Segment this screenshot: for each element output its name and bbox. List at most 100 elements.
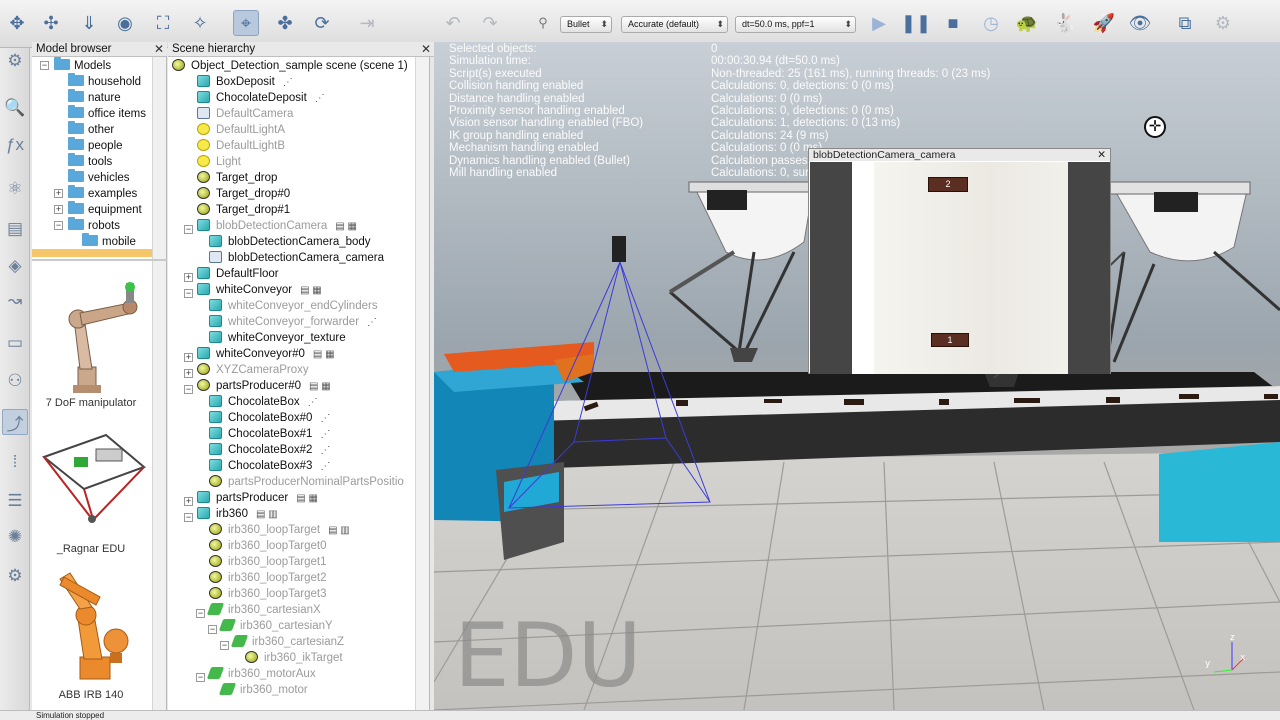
scene-object[interactable]: − irb360_cartesianZ xyxy=(220,634,344,650)
scene-object[interactable]: − blobDetectionCamera ▤ ▦ xyxy=(184,218,357,234)
thumbnail-scrollbar[interactable] xyxy=(152,261,166,710)
expand-icon[interactable]: + xyxy=(54,189,63,198)
object-properties-icon[interactable]: ▤ ▥ xyxy=(256,509,278,520)
collapse-icon[interactable]: − xyxy=(196,609,205,618)
scene-object[interactable]: Light xyxy=(184,154,241,170)
eye-icon[interactable]: 👁 xyxy=(1127,10,1153,36)
select-icon[interactable]: ⌖ xyxy=(233,10,259,36)
vision-sensor-window[interactable]: blobDetectionCamera_camera ✕ 2 1 xyxy=(808,148,1111,374)
scene-object[interactable]: Target_drop#0 xyxy=(184,186,290,202)
scene-config-icon[interactable]: ⚙ xyxy=(2,48,28,74)
vision-sensor-titlebar[interactable]: blobDetectionCamera_camera ✕ xyxy=(809,149,1110,161)
scene-object[interactable]: Object_Detection_sample scene (scene 1) xyxy=(172,58,408,74)
object-properties-icon[interactable]: ⋰ xyxy=(315,93,325,104)
object-properties-icon[interactable]: ⋰ xyxy=(320,429,330,440)
translate-icon[interactable]: ✥ xyxy=(4,10,30,36)
scene-object[interactable]: BoxDeposit ⋰ xyxy=(184,74,293,90)
object-properties-icon[interactable]: ⋰ xyxy=(308,397,318,408)
rotate-icon[interactable]: ⟳ xyxy=(309,10,335,36)
pages-icon[interactable]: ⧉ xyxy=(1172,10,1198,36)
scene-object[interactable]: DefaultLightB xyxy=(184,138,285,154)
model-folder[interactable]: mobile xyxy=(82,233,136,250)
scene-object[interactable]: DefaultLightA xyxy=(184,122,285,138)
joint-icon[interactable]: ✧ xyxy=(187,10,213,36)
close-icon[interactable]: ✕ xyxy=(154,42,164,56)
object-properties-icon[interactable]: ⋰ xyxy=(320,413,330,424)
scene-object[interactable]: blobDetectionCamera_camera xyxy=(196,250,384,266)
camera-icon[interactable]: ◉ xyxy=(112,10,138,36)
model-folder[interactable]: − Models xyxy=(40,57,111,74)
scrollbar[interactable] xyxy=(415,57,429,710)
zoom-icon[interactable]: 🔍 xyxy=(2,95,28,121)
collapse-icon[interactable]: − xyxy=(220,641,229,650)
object-properties-icon[interactable]: ▤ ▦ xyxy=(335,221,357,232)
expand-icon[interactable]: + xyxy=(184,273,193,282)
scene-object[interactable]: ChocolateBox ⋰ xyxy=(196,394,318,410)
scene-object[interactable]: + XYZCameraProxy xyxy=(184,362,309,378)
object-properties-icon[interactable]: ▤ ▦ xyxy=(296,493,318,504)
calc-icon[interactable]: ▭ xyxy=(2,330,28,356)
scene-object[interactable]: − whiteConveyor ▤ ▦ xyxy=(184,282,322,298)
motion-icon[interactable]: ↝ xyxy=(2,288,28,314)
model-folder[interactable]: vehicles xyxy=(68,169,130,186)
model-folder[interactable]: + examples xyxy=(54,185,137,202)
rabbit-icon[interactable]: 🐇 xyxy=(1052,10,1078,36)
pause-icon[interactable]: ❚❚ xyxy=(901,10,931,36)
object-properties-icon[interactable]: ▤ ▥ xyxy=(328,525,350,536)
scene-object[interactable]: DefaultCamera xyxy=(184,106,293,122)
shift-icon[interactable]: ⇥ xyxy=(354,10,380,36)
scene-object[interactable]: − irb360 ▤ ▥ xyxy=(184,506,278,522)
scene-object[interactable]: irb360_loopTarget1 xyxy=(196,554,326,570)
wheel-icon[interactable]: ✺ xyxy=(2,524,28,550)
rocket-icon[interactable]: 🚀 xyxy=(1091,10,1117,36)
collapse-icon[interactable]: − xyxy=(196,673,205,682)
tree-scrollbar[interactable] xyxy=(152,57,166,259)
scene-object[interactable]: + partsProducer ▤ ▦ xyxy=(184,490,318,506)
paths-icon[interactable]: ⤴ xyxy=(2,409,28,435)
expand-icon[interactable]: + xyxy=(184,353,193,362)
model-folder[interactable]: tools xyxy=(68,153,112,170)
scene-object[interactable]: whiteConveyor_endCylinders xyxy=(196,298,378,314)
robot-icon[interactable]: ⚇ xyxy=(2,368,28,394)
scene-object[interactable]: ChocolateBox#2 ⋰ xyxy=(196,442,330,458)
abb-thumbnail[interactable] xyxy=(40,567,145,682)
expand-icon[interactable]: + xyxy=(184,497,193,506)
scene-object[interactable]: ChocolateBox#0 ⋰ xyxy=(196,410,330,426)
gear-icon[interactable]: ⚙ xyxy=(2,563,28,589)
undo-icon[interactable]: ↶ xyxy=(440,10,466,36)
model-folder[interactable]: nature xyxy=(68,89,121,106)
expand-icon[interactable]: + xyxy=(184,369,193,378)
redo-icon[interactable]: ↷ xyxy=(477,10,503,36)
model-folder[interactable]: other xyxy=(68,121,114,138)
object-properties-icon[interactable]: ⋰ xyxy=(320,445,330,456)
object-properties-icon[interactable]: ▤ ▦ xyxy=(300,285,322,296)
scene-object[interactable]: ChocolateBox#1 ⋰ xyxy=(196,426,330,442)
model-folder[interactable]: people xyxy=(68,137,123,154)
accuracy-select[interactable]: Accurate (default) xyxy=(621,16,728,33)
turtle-icon[interactable]: 🐢 xyxy=(1014,10,1040,36)
model-folder[interactable]: − robots xyxy=(54,217,120,234)
scene-object[interactable]: ChocolateDeposit ⋰ xyxy=(184,90,325,106)
manipulator-thumbnail[interactable] xyxy=(40,277,145,397)
scene-object[interactable]: Target_drop#1 xyxy=(184,202,290,218)
play-icon[interactable]: ▶ xyxy=(866,10,892,36)
model-folder[interactable]: + equipment xyxy=(54,201,142,218)
scene-object[interactable]: partsProducerNominalPartsPositio xyxy=(196,474,404,490)
model-folder[interactable]: household xyxy=(68,73,141,90)
collapse-icon[interactable]: − xyxy=(184,385,193,394)
realtime-icon[interactable]: ◷ xyxy=(978,10,1004,36)
object-properties-icon[interactable]: ▤ ▦ xyxy=(309,381,331,392)
collapse-icon[interactable]: − xyxy=(184,513,193,522)
ragnar-thumbnail[interactable] xyxy=(36,427,148,527)
collapse-icon[interactable]: − xyxy=(54,221,63,230)
scene-object[interactable]: Target_drop xyxy=(184,170,277,186)
scene-object[interactable]: irb360_ikTarget xyxy=(232,650,343,666)
model-folder[interactable]: office items xyxy=(68,105,146,122)
object-properties-icon[interactable]: ⋰ xyxy=(283,77,293,88)
scene-object[interactable]: whiteConveyor_forwarder ⋰ xyxy=(196,314,377,330)
position-icon[interactable]: ✤ xyxy=(272,10,298,36)
stop-icon[interactable]: ■ xyxy=(940,10,966,36)
engine-select[interactable]: Bullet xyxy=(560,16,612,33)
close-icon[interactable]: ✕ xyxy=(1097,149,1106,161)
scene-object[interactable]: + whiteConveyor#0 ▤ ▦ xyxy=(184,346,335,362)
